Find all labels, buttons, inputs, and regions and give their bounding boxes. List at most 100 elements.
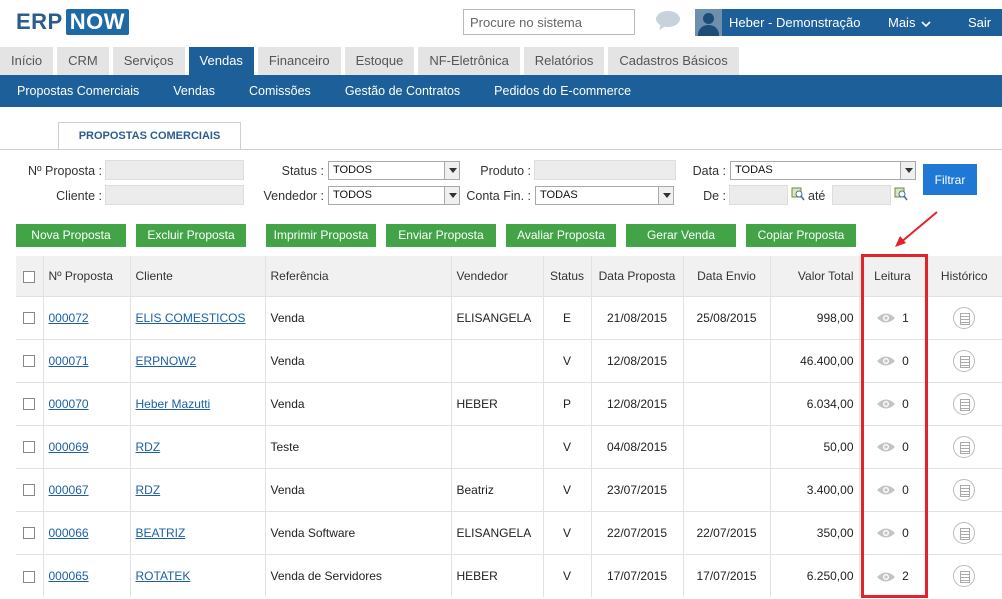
eye-icon[interactable] xyxy=(876,527,896,539)
avaliar-proposta-button[interactable]: Avaliar Proposta xyxy=(506,224,616,247)
tab-inicio[interactable]: Início xyxy=(0,47,54,75)
excluir-proposta-button[interactable]: Excluir Proposta xyxy=(136,224,246,247)
subnav-comissoes[interactable]: Comissões xyxy=(232,75,328,107)
eye-icon[interactable] xyxy=(876,398,896,410)
history-icon[interactable] xyxy=(953,306,976,329)
proposal-number-link[interactable]: 000070 xyxy=(49,397,89,411)
history-icon[interactable] xyxy=(953,349,976,372)
send-date-cell: 25/08/2015 xyxy=(682,295,770,339)
de-date-field[interactable] xyxy=(729,185,788,205)
reading-count: 1 xyxy=(902,310,909,325)
seller-cell xyxy=(450,338,543,382)
proposal-number-link[interactable]: 000071 xyxy=(49,354,89,368)
client-link[interactable]: RDZ xyxy=(136,483,161,497)
row-checkbox[interactable] xyxy=(23,441,36,454)
search-input[interactable] xyxy=(463,9,635,35)
proposal-number-link[interactable]: 000069 xyxy=(49,440,89,454)
chat-icon[interactable] xyxy=(655,11,681,31)
tab-nf-eletronica[interactable]: NF-Eletrônica xyxy=(418,47,520,75)
produto-field[interactable] xyxy=(534,160,676,180)
col-header-valor-total[interactable]: Valor Total xyxy=(769,256,859,296)
nova-proposta-button[interactable]: Nova Proposta xyxy=(16,224,126,247)
erpnow-logo[interactable]: ERP NOW xyxy=(16,9,130,35)
row-checkbox[interactable] xyxy=(23,484,36,497)
subnav-vendas[interactable]: Vendas xyxy=(156,75,232,107)
reading-count: 0 xyxy=(902,482,909,497)
client-link[interactable]: ROTATEK xyxy=(136,569,191,583)
tab-vendas[interactable]: Vendas xyxy=(188,47,254,75)
tab-estoque[interactable]: Estoque xyxy=(344,47,415,75)
col-header-data-proposta[interactable]: Data Proposta xyxy=(590,256,683,296)
avatar[interactable] xyxy=(695,9,722,36)
proposal-number-link[interactable]: 000067 xyxy=(49,483,89,497)
tab-cadastros-basicos[interactable]: Cadastros Básicos xyxy=(608,47,739,75)
row-checkbox[interactable] xyxy=(23,570,36,583)
table-row: 000070 Heber Mazutti Venda HEBER P 12/08… xyxy=(16,381,1002,425)
proposta-field[interactable] xyxy=(105,160,244,180)
row-checkbox[interactable] xyxy=(23,527,36,540)
col-header-cliente[interactable]: Cliente xyxy=(129,256,265,296)
history-icon[interactable] xyxy=(953,521,976,544)
calendar-search-icon[interactable] xyxy=(791,187,805,201)
seller-cell: HEBER xyxy=(450,553,543,597)
status-select[interactable]: TODOS xyxy=(328,161,460,180)
data-select[interactable]: TODAS xyxy=(730,161,916,180)
enviar-proposta-button[interactable]: Enviar Proposta xyxy=(386,224,496,247)
logout-button[interactable]: Sair xyxy=(968,15,991,30)
gerar-venda-button[interactable]: Gerar Venda xyxy=(626,224,736,247)
copiar-proposta-button[interactable]: Copiar Proposta xyxy=(746,224,856,247)
status-cell: V xyxy=(542,510,591,554)
client-link[interactable]: ERPNOW2 xyxy=(136,354,197,368)
subnav-gestao-contratos[interactable]: Gestão de Contratos xyxy=(328,75,477,107)
row-checkbox[interactable] xyxy=(23,355,36,368)
proposal-date-cell: 17/07/2015 xyxy=(590,553,683,597)
vendedor-select[interactable]: TODOS xyxy=(328,186,460,205)
tab-relatorios[interactable]: Relatórios xyxy=(523,47,605,75)
more-menu-button[interactable]: Mais xyxy=(888,15,931,30)
col-header-status[interactable]: Status xyxy=(542,256,591,296)
conta-select[interactable]: TODAS xyxy=(535,186,674,205)
imprimir-proposta-button[interactable]: Imprimir Proposta xyxy=(266,224,376,247)
reading-count: 0 xyxy=(902,439,909,454)
user-name[interactable]: Heber - Demonstração xyxy=(729,15,861,30)
col-header-historico[interactable]: Histórico xyxy=(925,256,1002,296)
tab-financeiro[interactable]: Financeiro xyxy=(257,47,341,75)
history-icon[interactable] xyxy=(953,564,976,587)
row-select-cell xyxy=(16,295,43,339)
user-menu-bar: Heber - Demonstração Mais Sair xyxy=(695,9,1002,36)
col-header-vendedor[interactable]: Vendedor xyxy=(450,256,543,296)
proposal-number-link[interactable]: 000065 xyxy=(49,569,89,583)
row-checkbox[interactable] xyxy=(23,398,36,411)
subnav-propostas-comerciais[interactable]: Propostas Comerciais xyxy=(0,75,156,107)
client-link[interactable]: RDZ xyxy=(136,440,161,454)
cliente-field[interactable] xyxy=(105,185,244,205)
filter-button[interactable]: Filtrar xyxy=(923,164,977,195)
eye-icon[interactable] xyxy=(876,484,896,496)
eye-icon[interactable] xyxy=(876,312,896,324)
proposal-number-link[interactable]: 000066 xyxy=(49,526,89,540)
row-checkbox[interactable] xyxy=(23,312,36,325)
tab-servicos[interactable]: Serviços xyxy=(112,47,185,75)
client-link[interactable]: BEATRIZ xyxy=(136,526,186,540)
eye-icon[interactable] xyxy=(876,441,896,453)
col-header-leitura[interactable]: Leitura xyxy=(858,256,926,296)
ate-date-field[interactable] xyxy=(832,185,891,205)
col-header-data-envio[interactable]: Data Envio xyxy=(682,256,770,296)
client-link[interactable]: Heber Mazutti xyxy=(136,397,211,411)
col-header-proposta[interactable]: Nº Proposta xyxy=(42,256,130,296)
subnav-pedidos-ecommerce[interactable]: Pedidos do E-commerce xyxy=(477,75,648,107)
col-header-referencia[interactable]: Referência xyxy=(264,256,451,296)
total-value-cell: 3.400,00 xyxy=(769,467,859,511)
reference-cell: Venda xyxy=(264,295,451,339)
proposal-number-link[interactable]: 000072 xyxy=(49,311,89,325)
select-all-checkbox[interactable] xyxy=(23,270,36,283)
history-icon[interactable] xyxy=(953,478,976,501)
eye-icon[interactable] xyxy=(876,355,896,367)
history-icon[interactable] xyxy=(953,435,976,458)
tab-crm[interactable]: CRM xyxy=(57,47,109,75)
page-tab-propostas[interactable]: PROPOSTAS COMERCIAIS xyxy=(58,122,241,150)
eye-icon[interactable] xyxy=(876,571,896,583)
history-icon[interactable] xyxy=(953,392,976,415)
client-link[interactable]: ELIS COMESTICOS xyxy=(136,311,246,325)
calendar-search-icon[interactable] xyxy=(894,187,908,201)
